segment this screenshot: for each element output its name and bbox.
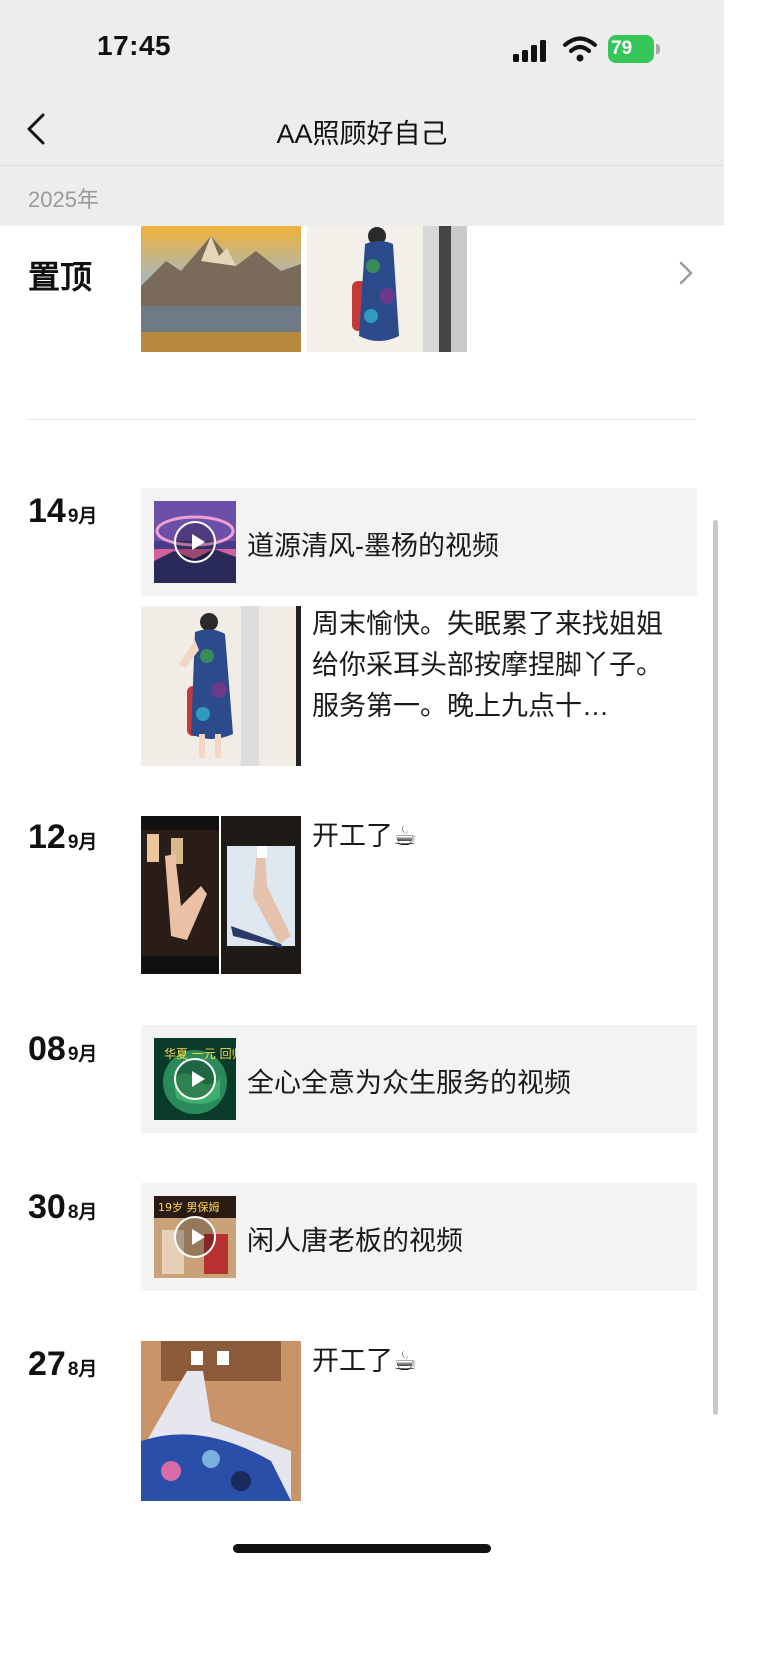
battery-icon: 79	[608, 35, 660, 63]
shared-video-card[interactable]: 19岁 男保姆 闲人唐老板的视频	[141, 1183, 697, 1291]
play-icon	[174, 521, 216, 563]
video-cover-caption: 19岁 男保姆	[158, 1200, 220, 1214]
shared-video-title: 道源清风-墨杨的视频	[247, 531, 499, 561]
date-label: 12 9月	[28, 818, 98, 856]
shared-video-title: 闲人唐老板的视频	[247, 1226, 463, 1256]
wifi-icon	[563, 36, 597, 62]
post-text[interactable]: 周末愉快。失眠累了来找姐姐给你采耳头部按摩捏脚丫子。服务第一。晚上九点十…	[312, 604, 688, 727]
year-label: 2025年	[28, 187, 99, 212]
post-photo[interactable]	[141, 606, 301, 766]
play-icon	[174, 1216, 216, 1258]
scrollbar[interactable]	[713, 520, 718, 1415]
play-icon	[174, 1058, 216, 1100]
video-cover	[154, 501, 236, 583]
chevron-right-icon[interactable]	[678, 260, 694, 286]
home-indicator[interactable]	[233, 1544, 491, 1553]
post-text[interactable]: 开工了☕	[312, 1341, 417, 1382]
divider	[28, 419, 696, 420]
pinned-label: 置顶	[28, 259, 93, 295]
cellular-signal-icon	[513, 40, 546, 62]
date-label: 30 8月	[28, 1188, 98, 1226]
shared-video-card[interactable]: 华夏 一元 回归 全心全意为众生服务的视频	[141, 1025, 697, 1133]
shared-video-card[interactable]: 道源清风-墨杨的视频	[141, 488, 697, 596]
date-label: 27 8月	[28, 1345, 98, 1383]
shared-video-title: 全心全意为众生服务的视频	[247, 1068, 571, 1098]
date-label: 14 9月	[28, 492, 98, 530]
pinned-photo-dress[interactable]	[307, 226, 467, 352]
date-label: 08 9月	[28, 1030, 98, 1068]
battery-level: 79	[608, 35, 654, 63]
post-photo[interactable]	[141, 816, 219, 974]
pinned-photo-mountain[interactable]	[141, 226, 301, 352]
status-time: 17:45	[97, 30, 172, 61]
post-photo[interactable]	[221, 816, 301, 974]
post-photo[interactable]	[141, 1341, 301, 1501]
video-cover: 华夏 一元 回归	[154, 1038, 236, 1120]
status-bar: 17:45 79	[0, 0, 724, 92]
year-header: 2025年	[0, 166, 724, 226]
page-title: AA照顾好自己	[276, 119, 448, 149]
video-cover: 19岁 男保姆	[154, 1196, 236, 1278]
nav-bar: AA照顾好自己	[0, 92, 724, 166]
post-text[interactable]: 开工了☕	[312, 816, 417, 857]
